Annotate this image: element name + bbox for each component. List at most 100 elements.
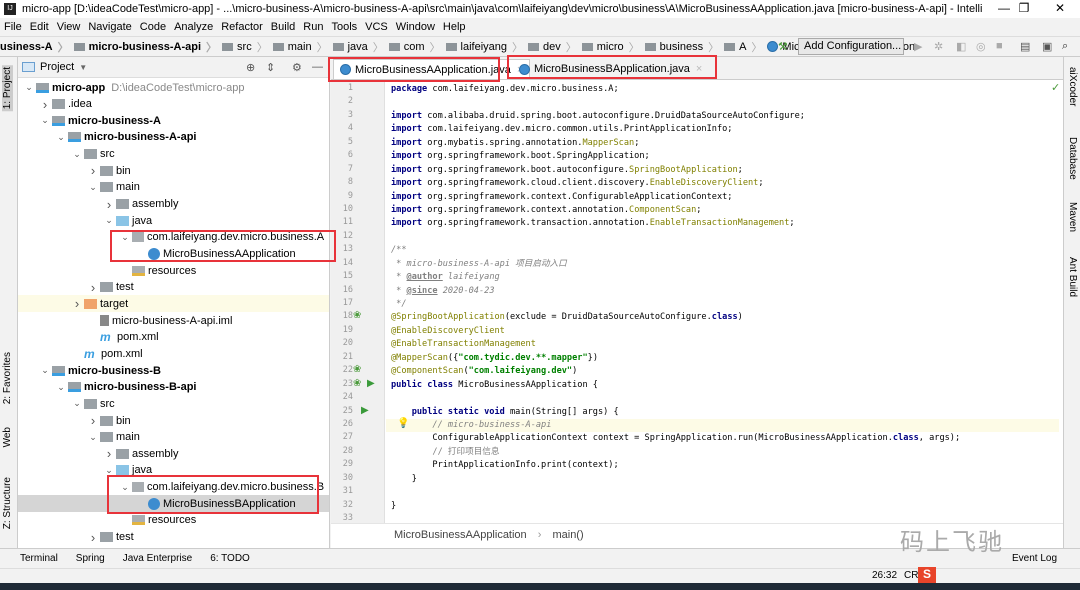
menu-refactor[interactable]: Refactor xyxy=(221,21,263,33)
chevron-right-icon[interactable]: › xyxy=(102,446,116,461)
gear-icon[interactable]: ⚙ xyxy=(292,61,302,74)
tool-tab-aixcoder[interactable]: aiXcoder xyxy=(1067,67,1078,106)
tree-item[interactable]: resources xyxy=(18,262,329,279)
nav-crumb[interactable]: business 〉 xyxy=(644,39,724,55)
tree-item[interactable]: › test xyxy=(18,279,329,296)
tool-tab-terminal[interactable]: Terminal xyxy=(20,553,58,564)
tool-tab-web[interactable]: Web xyxy=(2,427,13,447)
spring-bean-icon[interactable]: ❀ xyxy=(353,378,361,389)
spring-bean-icon[interactable]: ❀ xyxy=(353,364,361,375)
nav-crumb[interactable]: laifeiyang 〉 xyxy=(445,39,528,55)
chevron-right-icon[interactable]: › xyxy=(86,413,100,428)
chevron-down-icon[interactable]: ⌄ xyxy=(86,182,100,193)
tool-tab-structure[interactable]: Z: Structure xyxy=(2,477,13,529)
tool-tab-spring[interactable]: Spring xyxy=(76,553,105,564)
tree-item[interactable]: › .idea xyxy=(18,96,329,113)
run-icon[interactable]: ▶ xyxy=(914,40,922,53)
terminal-icon[interactable]: ▣ xyxy=(1042,40,1052,53)
chevron-right-icon[interactable]: › xyxy=(38,97,52,112)
chevron-down-icon[interactable]: ⌄ xyxy=(70,398,84,409)
chevron-right-icon[interactable]: › xyxy=(86,280,100,295)
menu-view[interactable]: View xyxy=(57,21,81,33)
project-structure-icon[interactable]: ▤ xyxy=(1020,40,1030,53)
menu-file[interactable]: File xyxy=(4,21,22,33)
menu-code[interactable]: Code xyxy=(140,21,166,33)
close-button[interactable]: ✕ xyxy=(1040,1,1080,15)
menu-build[interactable]: Build xyxy=(271,21,295,33)
tree-item[interactable]: ⌄ micro-business-B-api xyxy=(18,379,329,396)
tree-item[interactable]: m pom.xml xyxy=(18,345,329,362)
chevron-down-icon[interactable]: ⌄ xyxy=(22,82,36,93)
nav-crumb[interactable]: com 〉 xyxy=(388,39,446,55)
tree-item[interactable]: ⌄ main xyxy=(18,429,329,446)
menu-run[interactable]: Run xyxy=(303,21,323,33)
tool-tab-project[interactable]: 1: Project xyxy=(2,65,13,112)
tree-item[interactable]: › assembly xyxy=(18,196,329,213)
menu-tools[interactable]: Tools xyxy=(331,21,357,33)
chevron-down-icon[interactable]: ⌄ xyxy=(86,432,100,443)
menu-analyze[interactable]: Analyze xyxy=(174,21,213,33)
breadcrumb-class[interactable]: MicroBusinessAApplication xyxy=(394,529,527,541)
nav-crumb[interactable]: micro-business-A-api 〉 xyxy=(73,39,222,55)
chevron-down-icon[interactable]: ⌄ xyxy=(38,115,52,126)
tool-tab-maven[interactable]: Maven xyxy=(1067,202,1078,232)
intention-bulb-icon[interactable]: 💡 xyxy=(397,418,409,429)
nav-crumb[interactable]: java 〉 xyxy=(332,39,389,55)
chevron-down-icon[interactable]: ⌄ xyxy=(70,149,84,160)
breadcrumb-method[interactable]: main() xyxy=(552,529,583,541)
run-gutter-icon[interactable]: ▶ xyxy=(361,405,369,416)
tool-tab-ant-build[interactable]: Ant Build xyxy=(1067,257,1078,297)
tree-item[interactable]: › bin xyxy=(18,162,329,179)
tree-item[interactable]: ⌄ micro-business-A xyxy=(18,112,329,129)
locate-icon[interactable]: ⊕ xyxy=(246,61,255,74)
tool-tab-todo[interactable]: 6: TODO xyxy=(210,553,250,564)
menu-navigate[interactable]: Navigate xyxy=(88,21,131,33)
chevron-right-icon[interactable]: › xyxy=(102,197,116,212)
tree-item[interactable]: › test xyxy=(18,529,329,546)
menu-edit[interactable]: Edit xyxy=(30,21,49,33)
debug-icon[interactable]: ✲ xyxy=(934,40,943,53)
menu-help[interactable]: Help xyxy=(443,21,466,33)
project-view-selector[interactable]: Project xyxy=(40,61,74,73)
chevron-right-icon[interactable]: › xyxy=(86,530,100,545)
tree-item[interactable]: ⌄ micro-business-B xyxy=(18,362,329,379)
nav-crumb[interactable]: src 〉 xyxy=(222,39,273,55)
tree-item[interactable]: › target xyxy=(18,295,329,313)
event-log-button[interactable]: Event Log xyxy=(1012,553,1057,564)
tree-item[interactable]: m pom.xml xyxy=(18,329,329,346)
spring-bean-icon[interactable]: ❀ xyxy=(353,310,361,321)
tree-item[interactable]: ⌄ java xyxy=(18,212,329,229)
build-hammer-icon[interactable]: ⚒ xyxy=(778,40,788,53)
nav-crumb[interactable]: A 〉 xyxy=(724,39,767,55)
caret-position[interactable]: 26:32 xyxy=(872,570,897,581)
chevron-down-icon[interactable]: ⌄ xyxy=(38,365,52,376)
tree-item[interactable]: › bin xyxy=(18,412,329,429)
profile-icon[interactable]: ◎ xyxy=(976,40,986,53)
hide-icon[interactable]: — xyxy=(312,61,323,73)
search-icon[interactable]: ⌕ xyxy=(1062,40,1068,53)
restore-button[interactable]: ❐ xyxy=(1004,1,1044,15)
tool-tab-java-enterprise[interactable]: Java Enterprise xyxy=(123,553,192,564)
tool-tab-database[interactable]: Database xyxy=(1067,137,1078,180)
tool-tab-favorites[interactable]: 2: Favorites xyxy=(2,352,13,404)
stop-icon[interactable]: ■ xyxy=(996,40,1003,52)
nav-crumb[interactable]: usiness-A 〉 xyxy=(0,39,74,55)
tree-item[interactable]: micro-business-A-api.iml xyxy=(18,312,329,329)
chevron-down-icon[interactable]: ⌄ xyxy=(54,382,68,393)
menu-vcs[interactable]: VCS xyxy=(365,21,388,33)
collapse-all-icon[interactable]: ⇕ xyxy=(266,61,275,74)
tree-item[interactable]: ⌄ micro-business-A-api xyxy=(18,129,329,146)
tree-item[interactable]: resources xyxy=(18,512,329,529)
add-configuration-button[interactable]: Add Configuration... xyxy=(798,38,904,55)
tree-item[interactable]: ⌄ src xyxy=(18,146,329,163)
run-gutter-icon[interactable]: ▶ xyxy=(367,378,375,389)
nav-crumb[interactable]: main 〉 xyxy=(272,39,333,55)
coverage-icon[interactable]: ◧ xyxy=(956,40,966,53)
tree-item[interactable]: ⌄ micro-app D:\ideaCodeTest\micro-app xyxy=(18,79,329,96)
tree-item[interactable]: ⌄ src xyxy=(18,395,329,412)
menu-window[interactable]: Window xyxy=(396,21,435,33)
chevron-right-icon[interactable]: › xyxy=(86,163,100,178)
chevron-down-icon[interactable]: ▼ xyxy=(79,63,87,72)
chevron-down-icon[interactable]: ⌄ xyxy=(54,132,68,143)
nav-crumb[interactable]: micro 〉 xyxy=(581,39,645,55)
